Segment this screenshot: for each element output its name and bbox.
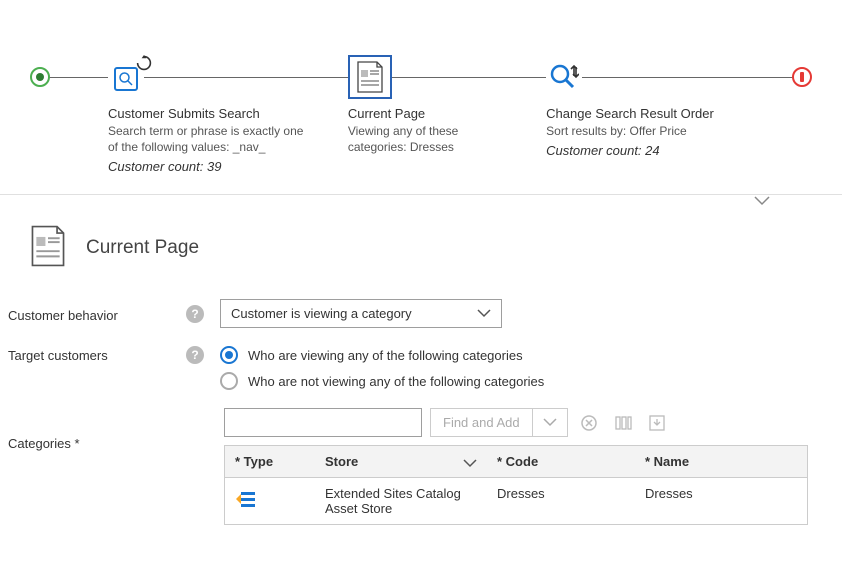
collapse-chevron-icon[interactable]: [754, 193, 770, 211]
radio-viewing-any[interactable]: Who are viewing any of the following cat…: [220, 346, 544, 364]
category-search-input[interactable]: [224, 408, 422, 437]
column-store[interactable]: Store: [315, 446, 487, 477]
step-customer-count: Customer count: 24: [546, 143, 754, 158]
flow-step-current-page[interactable]: Current Page Viewing any of these catego…: [348, 60, 506, 155]
change-order-step-icon: [546, 61, 582, 97]
column-code[interactable]: * Code: [487, 446, 635, 477]
flow-diagram: Customer Submits Search Search term or p…: [0, 0, 842, 194]
step-title: Current Page: [348, 106, 506, 121]
search-step-icon: [108, 61, 144, 97]
table-header: * Type Store * Code * Name: [225, 446, 807, 478]
step-description: Viewing any of these categories: Dresses: [348, 123, 506, 155]
cell-name: Dresses: [635, 478, 807, 524]
chevron-down-icon: [477, 306, 491, 321]
radio-label: Who are viewing any of the following cat…: [248, 348, 523, 363]
detail-title: Current Page: [86, 237, 199, 259]
current-page-icon: [28, 224, 68, 271]
select-value: Customer is viewing a category: [231, 306, 412, 321]
find-and-add-group: Find and Add: [430, 408, 568, 437]
step-description: Search term or phrase is exactly one of …: [108, 123, 316, 155]
step-title: Change Search Result Order: [546, 106, 754, 121]
column-type[interactable]: * Type: [225, 446, 315, 477]
help-icon[interactable]: ?: [186, 346, 204, 364]
column-name[interactable]: * Name: [635, 446, 807, 477]
step-title: Customer Submits Search: [108, 106, 316, 121]
flow-step-customer-submits-search[interactable]: Customer Submits Search Search term or p…: [108, 60, 316, 174]
step-description: Sort results by: Offer Price: [546, 123, 754, 139]
radio-unchecked-icon: [220, 372, 238, 390]
cell-store: Extended Sites Catalog Asset Store: [315, 478, 487, 524]
customer-behavior-select[interactable]: Customer is viewing a category: [220, 299, 502, 328]
step-customer-count: Customer count: 39: [108, 159, 316, 174]
import-icon[interactable]: [644, 408, 670, 437]
categories-table: * Type Store * Code * Name: [224, 445, 808, 525]
section-divider: [0, 194, 842, 206]
categories-label: Categories *: [8, 408, 186, 451]
category-type-icon: [235, 490, 257, 513]
find-and-add-button[interactable]: Find and Add: [431, 409, 532, 436]
flow-start-node[interactable]: [30, 67, 50, 87]
columns-icon[interactable]: [610, 408, 636, 437]
table-row[interactable]: Extended Sites Catalog Asset Store Dress…: [225, 478, 807, 524]
help-icon[interactable]: ?: [186, 305, 204, 323]
radio-not-viewing-any[interactable]: Who are not viewing any of the following…: [220, 372, 544, 390]
customer-behavior-label: Customer behavior: [8, 304, 186, 323]
radio-label: Who are not viewing any of the following…: [248, 374, 544, 389]
chevron-down-icon: [463, 456, 477, 471]
current-page-step-icon: [348, 55, 392, 99]
find-and-add-dropdown[interactable]: [532, 409, 567, 436]
cell-code: Dresses: [487, 478, 635, 524]
flow-end-node[interactable]: [792, 67, 812, 87]
radio-checked-icon: [220, 346, 238, 364]
delete-icon[interactable]: [576, 408, 602, 437]
flow-step-change-search-order[interactable]: Change Search Result Order Sort results …: [546, 60, 754, 158]
target-customers-label: Target customers: [8, 346, 186, 363]
detail-panel: Current Page Customer behavior ? Custome…: [0, 206, 842, 551]
